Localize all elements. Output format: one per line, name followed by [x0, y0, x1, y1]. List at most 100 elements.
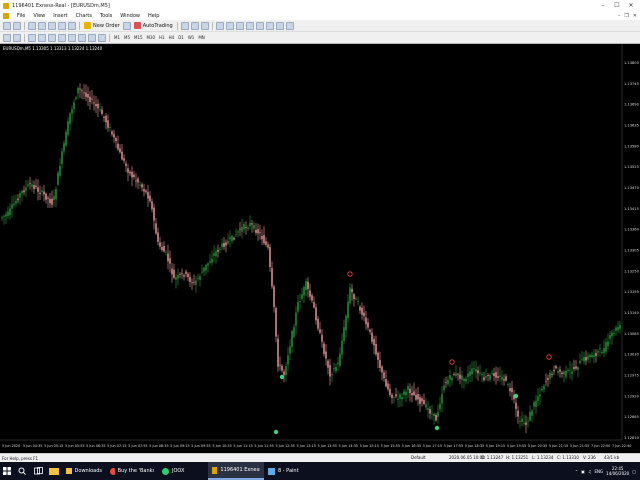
maximize-button[interactable]: ☐: [610, 0, 624, 11]
tile-windows-icon[interactable]: [235, 21, 244, 30]
channel-icon[interactable]: [58, 33, 66, 42]
minimize-button[interactable]: –: [596, 0, 610, 11]
chart-window-icon[interactable]: [3, 12, 9, 19]
new-chart-icon[interactable]: [3, 21, 11, 30]
taskbar-item-metatrader[interactable]: 1196401 Exness-R...: [208, 462, 264, 480]
menu-tools[interactable]: Tools: [96, 13, 116, 19]
crosshair-icon[interactable]: [13, 33, 21, 42]
fibonacci-icon[interactable]: [68, 33, 76, 42]
candlestick-icon[interactable]: [190, 21, 199, 30]
zoom-out-icon[interactable]: [225, 21, 234, 30]
timeframe-w1[interactable]: W1: [186, 35, 197, 40]
candlestick-chart[interactable]: 1.13805 1.13745 1.13690 1.13635 1.13580 1.135…: [0, 44, 640, 453]
timeframe-m1[interactable]: M1: [112, 35, 122, 40]
timeframe-m5[interactable]: M5: [122, 35, 132, 40]
candle-body: [491, 373, 493, 374]
timeframe-m15[interactable]: M15: [132, 35, 145, 40]
label-icon[interactable]: [88, 33, 96, 42]
timeframe-h4[interactable]: H4: [167, 35, 177, 40]
auto-scroll-icon[interactable]: [255, 21, 264, 30]
search-icon[interactable]: [14, 462, 30, 480]
time-axis-label: 5 Jun 13:15: [296, 444, 315, 448]
mdi-minimize-button[interactable]: –: [618, 13, 621, 19]
periods-icon[interactable]: [275, 21, 284, 30]
network-icon[interactable]: ▣: [581, 469, 585, 474]
timeframe-m30[interactable]: M30: [145, 35, 158, 40]
candle-body: [459, 374, 461, 379]
timeframe-h1[interactable]: H1: [157, 35, 167, 40]
mdi-restore-button[interactable]: ❐: [624, 13, 628, 19]
menu-insert[interactable]: Insert: [49, 13, 71, 19]
taskbar-item-paint[interactable]: 8 - Paint: [264, 462, 312, 480]
volume-icon[interactable]: ♫: [588, 469, 592, 474]
arrows-icon[interactable]: [98, 33, 106, 42]
price-chart[interactable]: 1.13805 1.13745 1.13690 1.13635 1.13580 1.135…: [0, 44, 640, 464]
candle-body: [51, 198, 53, 205]
status-bar: For Help, press F1 Default 2020.06.05 10…: [0, 453, 640, 462]
candle-body: [89, 96, 91, 102]
clock-date: 14/06/2020: [606, 471, 630, 476]
task-view-icon[interactable]: [30, 462, 46, 480]
candle-body: [471, 368, 473, 375]
templates-icon[interactable]: [285, 21, 294, 30]
candle-body: [33, 185, 35, 190]
menu-window[interactable]: Window: [116, 13, 144, 19]
candle-body: [63, 143, 65, 152]
tester-icon[interactable]: [68, 21, 76, 30]
metaeditor-icon[interactable]: [122, 21, 131, 30]
text-icon[interactable]: [78, 33, 86, 42]
clock[interactable]: 22:45 14/06/2020: [606, 466, 629, 476]
notifications-icon[interactable]: □: [632, 469, 636, 474]
cursor-icon[interactable]: [3, 33, 11, 42]
candle-body: [203, 267, 205, 272]
chart-shift-icon[interactable]: [245, 21, 254, 30]
candle-body: [321, 334, 323, 342]
candle-body: [119, 148, 121, 153]
candle-body: [603, 347, 605, 353]
mdi-close-button[interactable]: ✕: [633, 13, 637, 19]
data-window-icon[interactable]: [38, 21, 46, 30]
bar-chart-icon[interactable]: [180, 21, 189, 30]
candle-body: [469, 371, 471, 376]
menu-help[interactable]: Help: [144, 13, 163, 19]
menu-view[interactable]: View: [29, 13, 49, 19]
line-chart-icon[interactable]: [200, 21, 209, 30]
candle-body: [129, 171, 131, 174]
candle-body: [241, 226, 243, 232]
taskbar-item-downloads[interactable]: Downloads: [62, 462, 106, 480]
trendline-icon[interactable]: [48, 33, 56, 42]
timeframe-d1[interactable]: D1: [176, 35, 186, 40]
standard-toolbar: New Order AutoTrading: [0, 20, 640, 32]
buy-signal-marker: [273, 429, 279, 435]
language-indicator[interactable]: ENG: [595, 469, 604, 474]
market-watch-icon[interactable]: [28, 21, 36, 30]
close-button[interactable]: ✕: [624, 0, 638, 11]
menu-file[interactable]: File: [13, 13, 29, 19]
horizontal-line-icon[interactable]: [38, 33, 46, 42]
taskbar-item-browser[interactable]: Buy the 'Banks Bina...: [106, 462, 158, 480]
candle-body: [243, 224, 245, 230]
zoom-in-icon[interactable]: [215, 21, 224, 30]
candle-body: [413, 391, 415, 396]
candle-body: [245, 227, 247, 228]
file-explorer-icon[interactable]: [46, 462, 62, 480]
candle-body: [399, 394, 401, 399]
candle-body: [619, 324, 621, 329]
terminal-icon[interactable]: [58, 21, 66, 30]
vertical-line-icon[interactable]: [28, 33, 36, 42]
timeframe-mn[interactable]: MN: [196, 35, 206, 40]
candle-body: [263, 235, 265, 244]
navigator-icon[interactable]: [48, 21, 56, 30]
candle-body: [139, 184, 141, 186]
auto-trading-button[interactable]: AutoTrading: [132, 21, 175, 30]
indicators-icon[interactable]: [265, 21, 274, 30]
menu-charts[interactable]: Charts: [72, 13, 96, 19]
candle-body: [537, 396, 539, 401]
taskbar-item-joox[interactable]: JOOX: [158, 462, 208, 480]
show-hidden-icons-icon[interactable]: ⌃: [575, 469, 578, 474]
profiles-icon[interactable]: [13, 21, 21, 30]
new-order-button[interactable]: New Order: [82, 21, 122, 30]
candle-body: [431, 413, 433, 415]
candle-body: [357, 301, 359, 302]
start-button[interactable]: [0, 462, 14, 480]
